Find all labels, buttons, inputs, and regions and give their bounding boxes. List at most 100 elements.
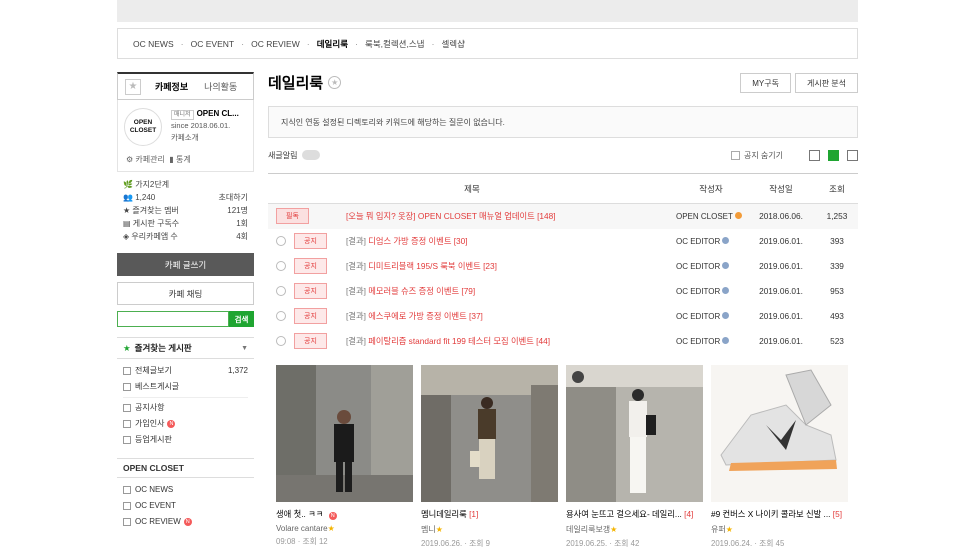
- post-author[interactable]: OC EDITOR: [676, 337, 720, 346]
- search-input[interactable]: [117, 311, 229, 327]
- board-item[interactable]: 베스트게시글: [123, 379, 248, 395]
- nav-lookbook[interactable]: 룩북,컬렉션,스냅: [365, 38, 424, 50]
- post-author[interactable]: OC EDITOR: [676, 262, 720, 271]
- post-prefix: [결과]: [346, 311, 366, 321]
- tab-my-activity[interactable]: 나의활동: [204, 80, 237, 93]
- post-row[interactable]: 공지 [결과] 페이탈리즘 standard fit 199 테스터 모집 이벤트…: [268, 329, 858, 354]
- post-title[interactable]: 디엄스 가방 증정 이벤트 [30]: [368, 236, 467, 246]
- post-title[interactable]: [오늘 뭐 입지? 옷장] OPEN CLOSET 매뉴얼 업데이트 [148]: [346, 211, 556, 221]
- hide-notice-checkbox[interactable]: 공지 숨기기: [730, 150, 783, 161]
- post-photo[interactable]: [711, 365, 848, 502]
- invite-link[interactable]: 초대하기: [219, 191, 248, 204]
- post-row[interactable]: 필독 [오늘 뭐 입지? 옷장] OPEN CLOSET 매뉴얼 업데이트 [1…: [268, 203, 858, 229]
- main-content: 데일리룩 ★ MY구독 게시판 분석 지식인 연동 설정된 디렉토리와 키워드에 …: [268, 72, 858, 354]
- post-title[interactable]: 에스쿠에로 가방 증정 이벤트 [37]: [368, 311, 483, 321]
- board-menu: 전체글보기 1,372 베스트게시글 공지사항 가입인사 N 등업게시판: [117, 359, 254, 452]
- notice-badge: 공지: [294, 233, 327, 249]
- fav-boards-header[interactable]: ★ 즐겨찾는 게시판 ▼: [117, 337, 254, 359]
- cafe-manage-link[interactable]: 카페관리: [135, 155, 164, 164]
- nav-oc-review[interactable]: OC REVIEW: [251, 39, 300, 49]
- card-title[interactable]: 용사여 눈뜨고 걸으세요- 데일리...: [566, 509, 682, 519]
- stat-value: 4회: [236, 232, 248, 241]
- board-item[interactable]: OC EVENT: [123, 498, 248, 514]
- notice-badge: 공지: [294, 283, 327, 299]
- card-title[interactable]: 멤니데일리룩: [421, 509, 467, 519]
- card-title[interactable]: #9 컨버스 X 나이키 콜라보 신발 ...: [711, 509, 830, 519]
- level-text[interactable]: 가지2단계: [135, 180, 169, 189]
- gallery-card[interactable]: 멤니데일리룩 [1] 멤니★ 2019.06.26. · 조회 9: [421, 365, 559, 549]
- card-view-icon[interactable]: [847, 149, 858, 161]
- post-row[interactable]: 공지 [결과] 디미트리블랙 195/S 룩북 이벤트 [23] OC EDITOR…: [268, 254, 858, 279]
- grade-icon: [722, 311, 730, 319]
- post-row[interactable]: 공지 [결과] 에스쿠에로 가방 증정 이벤트 [37] OC EDITOR 2019…: [268, 304, 858, 329]
- card-author[interactable]: 멤니: [421, 525, 436, 534]
- search-button[interactable]: 검색: [229, 311, 254, 327]
- board-item[interactable]: 전체글보기 1,372: [123, 363, 248, 379]
- nav-oc-event[interactable]: OC EVENT: [191, 39, 234, 49]
- post-title[interactable]: 페이탈리즘 standard fit 199 테스터 모집 이벤트 [44]: [368, 336, 550, 346]
- post-author[interactable]: OC EDITOR: [676, 237, 720, 246]
- board-item[interactable]: OC REVIEW N: [123, 514, 248, 530]
- manager-badge: 매니저: [171, 110, 194, 120]
- stats-link[interactable]: 통계: [176, 155, 191, 164]
- member-count[interactable]: 1,240: [135, 193, 155, 202]
- card-author[interactable]: 데일리룩보갱: [566, 525, 610, 534]
- board-item[interactable]: OC NEWS: [123, 482, 248, 498]
- star-icon[interactable]: ★: [328, 76, 342, 89]
- cafe-logo[interactable]: OPEN CLOSET: [124, 108, 162, 146]
- cafe-search: 검색: [117, 311, 254, 327]
- album-view-icon[interactable]: [828, 149, 839, 161]
- card-title[interactable]: 생애 첫.. ㅋㅋ: [276, 509, 323, 519]
- board-item[interactable]: 가입인사 N: [123, 416, 248, 432]
- card-author[interactable]: Volare cantare: [276, 524, 328, 533]
- col-date: 작성일: [746, 173, 816, 204]
- chat-button[interactable]: 카페 채팅: [117, 282, 254, 305]
- level-icon: 🌿: [123, 180, 133, 189]
- post-author[interactable]: OC EDITOR: [676, 312, 720, 321]
- expand-icon[interactable]: [276, 335, 286, 346]
- post-title[interactable]: 디미트리블랙 195/S 룩북 이벤트 [23]: [368, 261, 497, 271]
- expand-icon[interactable]: [276, 260, 286, 271]
- stat-value: 1회: [236, 219, 248, 228]
- post-author[interactable]: OC EDITOR: [676, 287, 720, 296]
- tab-cafe-info[interactable]: 카페정보: [155, 80, 188, 93]
- expand-icon[interactable]: [276, 235, 286, 246]
- cafe-name[interactable]: OPEN CL...: [197, 109, 239, 118]
- post-author[interactable]: OPEN CLOSET: [676, 212, 733, 221]
- board-item[interactable]: 공지사항: [123, 400, 248, 416]
- chevron-down-icon[interactable]: ▼: [241, 345, 248, 352]
- board-analysis-button[interactable]: 게시판 분석: [794, 73, 858, 93]
- card-author[interactable]: 유퍼: [711, 525, 726, 534]
- expand-icon[interactable]: [276, 310, 286, 321]
- my-subscribe-button[interactable]: MY구독: [740, 73, 791, 93]
- alarm-toggle[interactable]: [302, 150, 321, 160]
- stat-label: 즐겨찾는 멤버: [132, 206, 179, 215]
- expand-icon[interactable]: [276, 285, 286, 296]
- gallery-card[interactable]: #9 컨버스 X 나이키 콜라보 신발 ... [5] 유퍼★ 2019.06.…: [711, 365, 849, 549]
- post-photo[interactable]: [566, 365, 703, 502]
- notice-box: 지식인 연동 설정된 디렉토리와 키워드에 해당하는 질문이 없습니다.: [268, 106, 858, 138]
- nav-selectshop[interactable]: 셀렉샵: [441, 38, 464, 50]
- cafe-intro-link[interactable]: 카페소개: [171, 132, 239, 144]
- post-row[interactable]: 공지 [결과] 메모러블 슈즈 증정 이벤트 [79] OC EDITOR 2019.…: [268, 279, 858, 304]
- nav-dailylook[interactable]: 데일리룩: [317, 38, 348, 50]
- new-badge: N: [183, 518, 192, 526]
- stat-label: 게시판 구독수: [132, 219, 180, 228]
- star-icon[interactable]: ★: [125, 78, 141, 95]
- gear-icon: ⚙: [126, 155, 134, 164]
- nav-oc-news[interactable]: OC NEWS: [133, 39, 174, 49]
- grade-icon: [722, 336, 730, 344]
- grade-icon: [722, 261, 730, 269]
- gallery-card[interactable]: 용사여 눈뜨고 걸으세요- 데일리... [4] 데일리룩보갱★ 2019.06…: [566, 365, 704, 549]
- post-row[interactable]: 공지 [결과] 디엄스 가방 증정 이벤트 [30] OC EDITOR 2019.0…: [268, 229, 858, 254]
- top-banner[interactable]: [117, 0, 858, 22]
- post-title[interactable]: 메모러블 슈즈 증정 이벤트 [79]: [368, 286, 475, 296]
- post-date: 2018.06.06.: [746, 203, 816, 229]
- post-photo[interactable]: [421, 365, 558, 502]
- gallery-card[interactable]: 생애 첫.. ㅋㅋ N Volare cantare★ 09:08 · 조회 1…: [276, 365, 414, 549]
- list-view-icon[interactable]: [809, 149, 820, 161]
- write-button[interactable]: 카페 글쓰기: [117, 253, 254, 276]
- grade-icon: [722, 236, 730, 244]
- board-item[interactable]: 등업게시판: [123, 432, 248, 448]
- post-photo[interactable]: [276, 365, 413, 502]
